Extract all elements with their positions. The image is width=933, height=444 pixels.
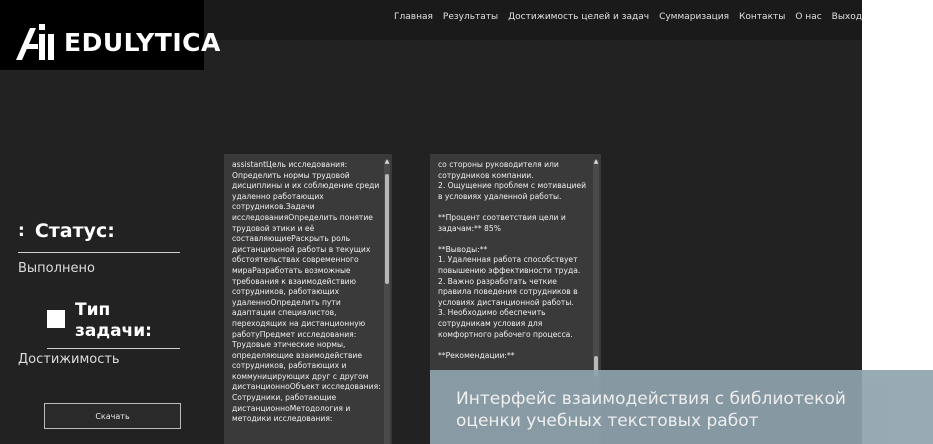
divider [47,348,180,349]
assistant-output-text: assistantЦель исследования: Определить н… [232,160,381,424]
nav-item-about[interactable]: О нас [795,12,821,22]
nav-item-home[interactable]: Главная [394,12,433,22]
caption-text: Интерфейс взаимодействия с библиотекой о… [456,388,846,432]
top-navigation-bar: Главная Результаты Достижимость целей и … [204,0,862,40]
download-button[interactable]: Скачать [44,403,181,429]
logo-icon [16,24,54,60]
caption-line-1: Интерфейс взаимодействия с библиотекой [456,389,846,409]
scroll-up-icon[interactable]: ▲ [593,158,599,165]
status-title: Статус: [34,220,115,242]
scrollbar[interactable]: ▲ [384,158,390,444]
nav-item-summarization[interactable]: Суммаризация [659,12,729,22]
evaluation-output-text: со стороны руководителя или сотрудников … [438,160,587,360]
nav-item-contacts[interactable]: Контакты [739,12,785,22]
status-marker-icon: : [18,221,25,241]
nav-menu: Главная Результаты Достижимость целей и … [384,12,862,22]
nav-item-logout[interactable]: Выход [832,12,862,22]
scrollbar-thumb[interactable] [385,174,389,284]
task-type-checkbox[interactable] [47,310,65,328]
task-type-title-line2: задачи: [75,321,152,341]
nav-item-goals-tasks[interactable]: Достижимость целей и задач [508,12,649,22]
status-value: Выполнено [18,261,95,276]
caption-overlay: Интерфейс взаимодействия с библиотекой о… [430,370,933,444]
assistant-output-panel[interactable]: assistantЦель исследования: Определить н… [224,154,392,444]
status-heading: : Статус: [18,220,180,242]
divider [18,252,180,253]
status-section: : Статус: Выполнено [18,220,180,276]
task-type-title: Тип задачи: [75,300,152,342]
logo[interactable]: EDULYTICA [0,0,220,70]
nav-item-results[interactable]: Результаты [443,12,498,22]
scroll-up-icon[interactable]: ▲ [384,158,390,165]
brand-name: EDULYTICA [64,28,221,57]
task-type-title-line1: Тип [75,300,111,320]
task-type-value: Достижимость [18,352,120,367]
caption-line-2: оценки учебных текстовых работ [456,411,759,431]
